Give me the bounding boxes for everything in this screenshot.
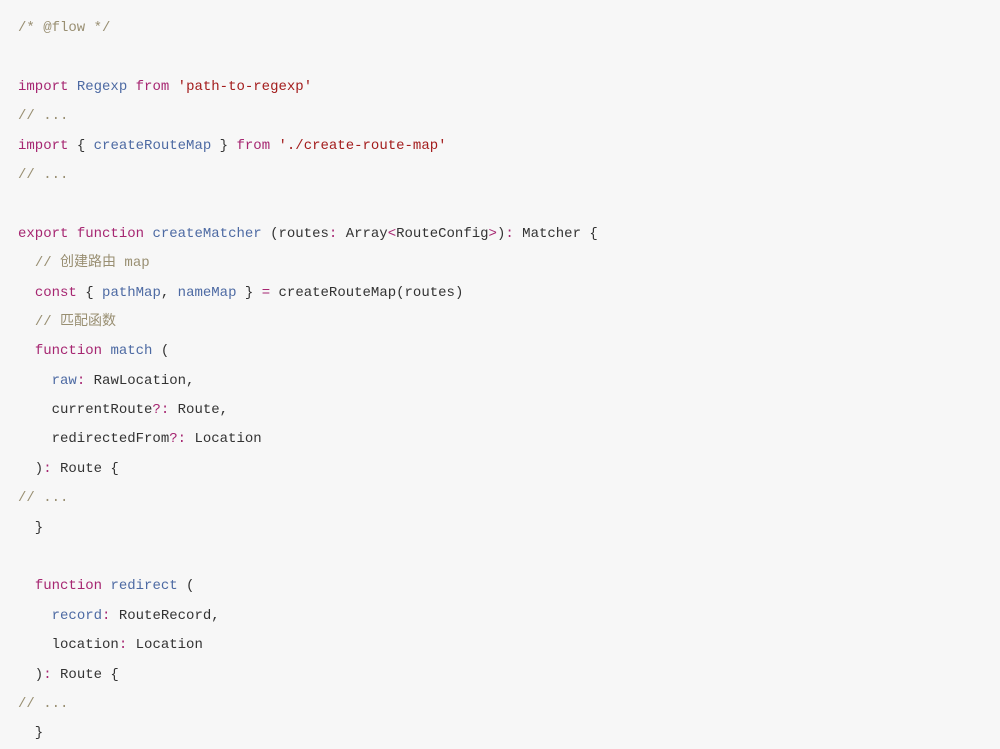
code-token — [18, 285, 35, 301]
code-token: /* @flow */ — [18, 20, 110, 36]
code-token: , — [161, 285, 178, 301]
code-token: // ... — [18, 490, 68, 506]
code-token: 'path-to-regexp' — [178, 79, 312, 95]
code-token: import — [18, 79, 68, 95]
code-token — [18, 255, 35, 271]
code-token: // ... — [18, 108, 68, 124]
code-token: ? — [152, 402, 160, 418]
code-token — [270, 138, 278, 154]
code-token: redirect — [110, 578, 177, 594]
code-token: RouteConfig — [396, 226, 488, 242]
code-token: ( — [178, 578, 195, 594]
code-token — [18, 373, 52, 389]
code-token: } — [236, 285, 261, 301]
code-token: Matcher { — [514, 226, 598, 242]
code-token: nameMap — [178, 285, 237, 301]
code-token: import — [18, 138, 68, 154]
code-token: './create-route-map' — [279, 138, 447, 154]
code-token: record — [52, 608, 102, 624]
code-token: { — [77, 285, 102, 301]
code-token: Route, — [169, 402, 228, 418]
code-token — [18, 608, 52, 624]
code-token: currentRoute — [18, 402, 152, 418]
code-token: // 创建路由 map — [35, 255, 150, 271]
code-token: : — [119, 637, 127, 653]
code-token: < — [388, 226, 396, 242]
code-token: Route { — [52, 461, 119, 477]
code-token: } — [211, 138, 236, 154]
code-token — [18, 343, 35, 359]
code-token — [68, 226, 76, 242]
code-token: (routes — [262, 226, 329, 242]
code-token: // ... — [18, 167, 68, 183]
code-token: Location — [127, 637, 203, 653]
code-token: ? — [169, 431, 177, 447]
code-token: } — [18, 520, 43, 536]
code-token — [18, 578, 35, 594]
code-token: from — [236, 138, 270, 154]
code-token: const — [35, 285, 77, 301]
code-token: function — [35, 343, 102, 359]
code-token: RawLocation, — [85, 373, 194, 389]
code-token: function — [77, 226, 144, 242]
code-token — [18, 314, 35, 330]
code-token: // 匹配函数 — [35, 314, 116, 330]
code-token: : — [505, 226, 513, 242]
code-token: location — [18, 637, 119, 653]
code-token: createRouteMap(routes) — [270, 285, 463, 301]
code-token: { — [68, 138, 93, 154]
code-token: : — [77, 373, 85, 389]
code-token: Regexp — [77, 79, 127, 95]
code-token: from — [136, 79, 170, 95]
code-token: : — [43, 461, 51, 477]
code-token: > — [489, 226, 497, 242]
code-token: : — [161, 402, 169, 418]
code-token: export — [18, 226, 68, 242]
code-token — [127, 79, 135, 95]
code-token: match — [110, 343, 152, 359]
code-token: redirectedFrom — [18, 431, 169, 447]
code-token: ) — [18, 461, 43, 477]
code-token: ) — [18, 667, 43, 683]
code-token: createMatcher — [152, 226, 261, 242]
code-token: ( — [152, 343, 169, 359]
code-token — [68, 79, 76, 95]
code-token: = — [262, 285, 270, 301]
code-token: Route { — [52, 667, 119, 683]
code-token: raw — [52, 373, 77, 389]
code-token: createRouteMap — [94, 138, 212, 154]
code-token: Array — [337, 226, 387, 242]
code-token: : — [178, 431, 186, 447]
code-token — [169, 79, 177, 95]
code-token: pathMap — [102, 285, 161, 301]
code-token: : — [43, 667, 51, 683]
code-token: function — [35, 578, 102, 594]
code-token: Location — [186, 431, 262, 447]
code-token: // ... — [18, 696, 68, 712]
code-token: RouteRecord, — [110, 608, 219, 624]
code-block: /* @flow */ import Regexp from 'path-to-… — [18, 14, 982, 749]
